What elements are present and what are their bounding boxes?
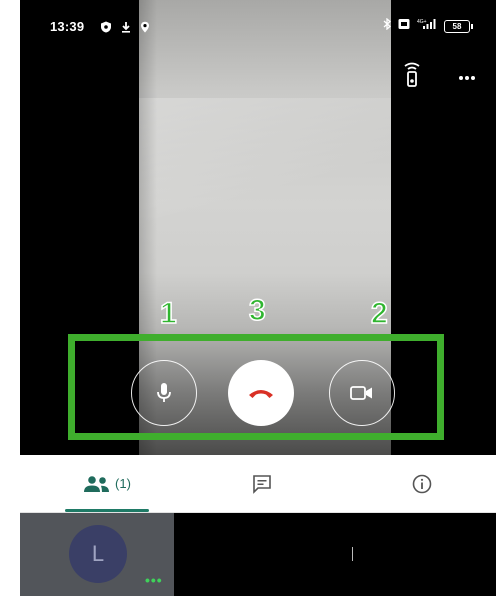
participant-tile[interactable]: L ••• <box>20 513 174 596</box>
more-horizontal-icon <box>459 76 475 80</box>
end-call-button[interactable] <box>228 360 294 426</box>
text-cursor <box>352 547 353 561</box>
cast-device-button[interactable] <box>402 62 422 93</box>
chat-icon <box>253 474 271 494</box>
sim-icon <box>398 17 410 35</box>
download-icon <box>120 20 132 33</box>
avatar: L <box>69 525 127 583</box>
location-icon <box>139 20 151 33</box>
more-horizontal-icon[interactable]: ••• <box>145 572 163 588</box>
status-time: 13:39 <box>50 19 85 34</box>
annotation-camera-number: 2 <box>370 297 388 330</box>
bluetooth-icon <box>383 17 391 35</box>
microphone-button[interactable] <box>131 360 197 426</box>
active-tab-indicator <box>65 509 149 512</box>
battery-indicator: 58 <box>444 19 473 33</box>
camera-button[interactable] <box>329 360 395 426</box>
annotation-end-call-number: 3 <box>248 294 266 327</box>
battery-level: 58 <box>452 21 462 31</box>
speaker-icon <box>404 62 420 87</box>
call-info-tabs: (1) <box>20 455 496 513</box>
info-icon <box>412 474 432 493</box>
tab-info[interactable] <box>380 455 464 512</box>
people-icon <box>84 475 110 492</box>
video-camera-icon <box>350 386 372 400</box>
shield-icon <box>100 20 112 33</box>
people-count: (1) <box>115 476 131 491</box>
status-right-icons: 4G+ 58 <box>383 17 473 35</box>
tab-people[interactable]: (1) <box>65 455 149 512</box>
more-options-button[interactable] <box>458 68 476 86</box>
tab-chat[interactable] <box>220 455 304 512</box>
avatar-initial: L <box>91 541 105 566</box>
status-bar: 13:39 4G+ 58 <box>20 0 496 54</box>
signal-icon: 4G+ <box>417 17 437 35</box>
microphone-icon <box>157 383 171 402</box>
annotation-mic-number: 1 <box>159 297 177 330</box>
network-type-label: 4G+ <box>417 19 427 25</box>
video-wall-highlight <box>139 98 391 248</box>
hang-up-icon <box>249 390 273 398</box>
